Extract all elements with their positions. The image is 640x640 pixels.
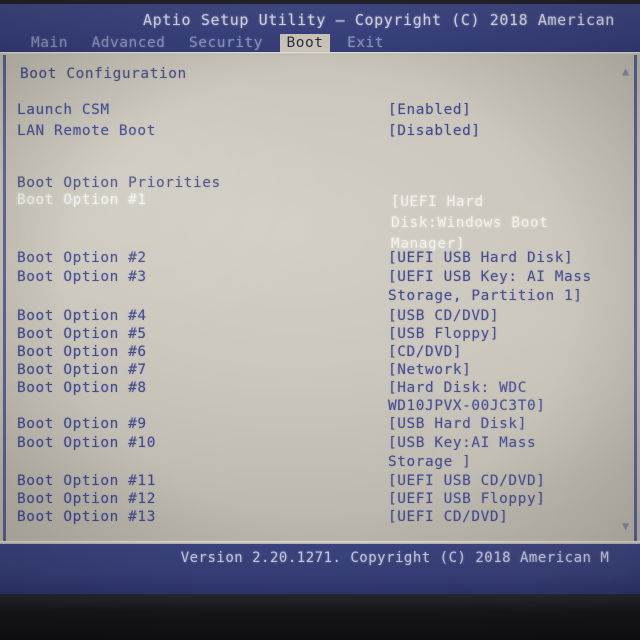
- photographed-screen: Aptio Setup Utility – Copyright (C) 2018…: [0, 0, 640, 640]
- setting-label-launch-csm[interactable]: Launch CSM: [17, 102, 110, 118]
- boot-option-value-12[interactable]: [UEFI USB Floppy]: [388, 491, 546, 507]
- boot-option-value-9[interactable]: [USB Hard Disk]: [388, 416, 527, 432]
- tab-main[interactable]: Main: [24, 34, 75, 53]
- menu-tabbar: Main Advanced Security Boot Exit: [0, 32, 640, 53]
- boot-option-value-3-line2: Storage, Partition 1]: [388, 288, 583, 304]
- bezel-bottom: [0, 594, 640, 640]
- scroll-down-arrow-icon[interactable]: ▼: [622, 519, 629, 533]
- scroll-up-arrow-icon[interactable]: ▲: [622, 64, 629, 78]
- boot-option-label-13[interactable]: Boot Option #13: [17, 509, 156, 525]
- version-copyright: Version 2.20.1271. Copyright (C) 2018 Am…: [0, 550, 640, 566]
- boot-option-label-8[interactable]: Boot Option #8: [17, 380, 147, 396]
- boot-option-label-10[interactable]: Boot Option #10: [17, 435, 156, 451]
- boot-option-value-2[interactable]: [UEFI USB Hard Disk]: [388, 250, 573, 266]
- tab-advanced[interactable]: Advanced: [85, 34, 173, 53]
- app-title: Aptio Setup Utility – Copyright (C) 2018…: [0, 11, 640, 29]
- boot-option-label-11[interactable]: Boot Option #11: [17, 473, 156, 489]
- boot-option-value-10-line2: Storage ]: [388, 454, 472, 470]
- boot-option-value-1-line2: Disk:Windows Boot: [391, 215, 549, 231]
- boot-option-value-5[interactable]: [USB Floppy]: [388, 326, 499, 342]
- boot-option-label-2[interactable]: Boot Option #2: [17, 250, 147, 266]
- pane-border-left: [3, 55, 6, 541]
- setting-value-lan-remote-boot[interactable]: [Disabled]: [388, 123, 481, 139]
- tab-security[interactable]: Security: [182, 34, 270, 53]
- section-title-boot-configuration: Boot Configuration: [20, 66, 187, 82]
- boot-option-value-4[interactable]: [USB CD/DVD]: [388, 308, 499, 324]
- boot-option-value-13[interactable]: [UEFI CD/DVD]: [388, 509, 508, 525]
- boot-option-value-10-line1[interactable]: [USB Key:AI Mass: [388, 435, 536, 451]
- boot-option-value-8-line1[interactable]: [Hard Disk: WDC: [388, 380, 527, 396]
- boot-option-label-3[interactable]: Boot Option #3: [17, 269, 147, 285]
- boot-option-value-8-line2: WD10JPVX-00JC3T0]: [388, 398, 546, 414]
- tab-exit[interactable]: Exit: [340, 34, 391, 53]
- section-title-boot-option-priorities: Boot Option Priorities: [17, 175, 221, 191]
- boot-option-value-6[interactable]: [CD/DVD]: [388, 344, 462, 360]
- version-copyright-text: Version 2.20.1271. Copyright (C) 2018 Am…: [180, 550, 610, 566]
- boot-option-label-12[interactable]: Boot Option #12: [17, 491, 156, 507]
- boot-option-value-7[interactable]: [Network]: [388, 362, 471, 378]
- boot-option-label-4[interactable]: Boot Option #4: [17, 308, 147, 324]
- boot-option-value-3-line1[interactable]: [UEFI USB Key: AI Mass: [388, 269, 592, 285]
- boot-option-label-6[interactable]: Boot Option #6: [17, 344, 147, 360]
- boot-option-value-1-line1[interactable]: [UEFI Hard: [391, 194, 484, 210]
- bios-screen: Aptio Setup Utility – Copyright (C) 2018…: [0, 4, 640, 594]
- boot-option-value-11[interactable]: [UEFI USB CD/DVD]: [388, 473, 546, 489]
- boot-option-label-5[interactable]: Boot Option #5: [17, 326, 147, 342]
- tab-boot[interactable]: Boot: [279, 34, 331, 53]
- setting-label-lan-remote-boot[interactable]: LAN Remote Boot: [17, 123, 156, 139]
- footer-bar: Version 2.20.1271. Copyright (C) 2018 Am…: [0, 544, 640, 594]
- pane-border-right: [634, 55, 637, 541]
- app-title-text: Aptio Setup Utility – Copyright (C) 2018…: [143, 11, 615, 29]
- setting-value-launch-csm[interactable]: [Enabled]: [388, 102, 471, 118]
- boot-option-label-1[interactable]: Boot Option #1: [17, 192, 147, 208]
- boot-option-label-9[interactable]: Boot Option #9: [17, 416, 147, 432]
- boot-option-label-7[interactable]: Boot Option #7: [17, 362, 147, 378]
